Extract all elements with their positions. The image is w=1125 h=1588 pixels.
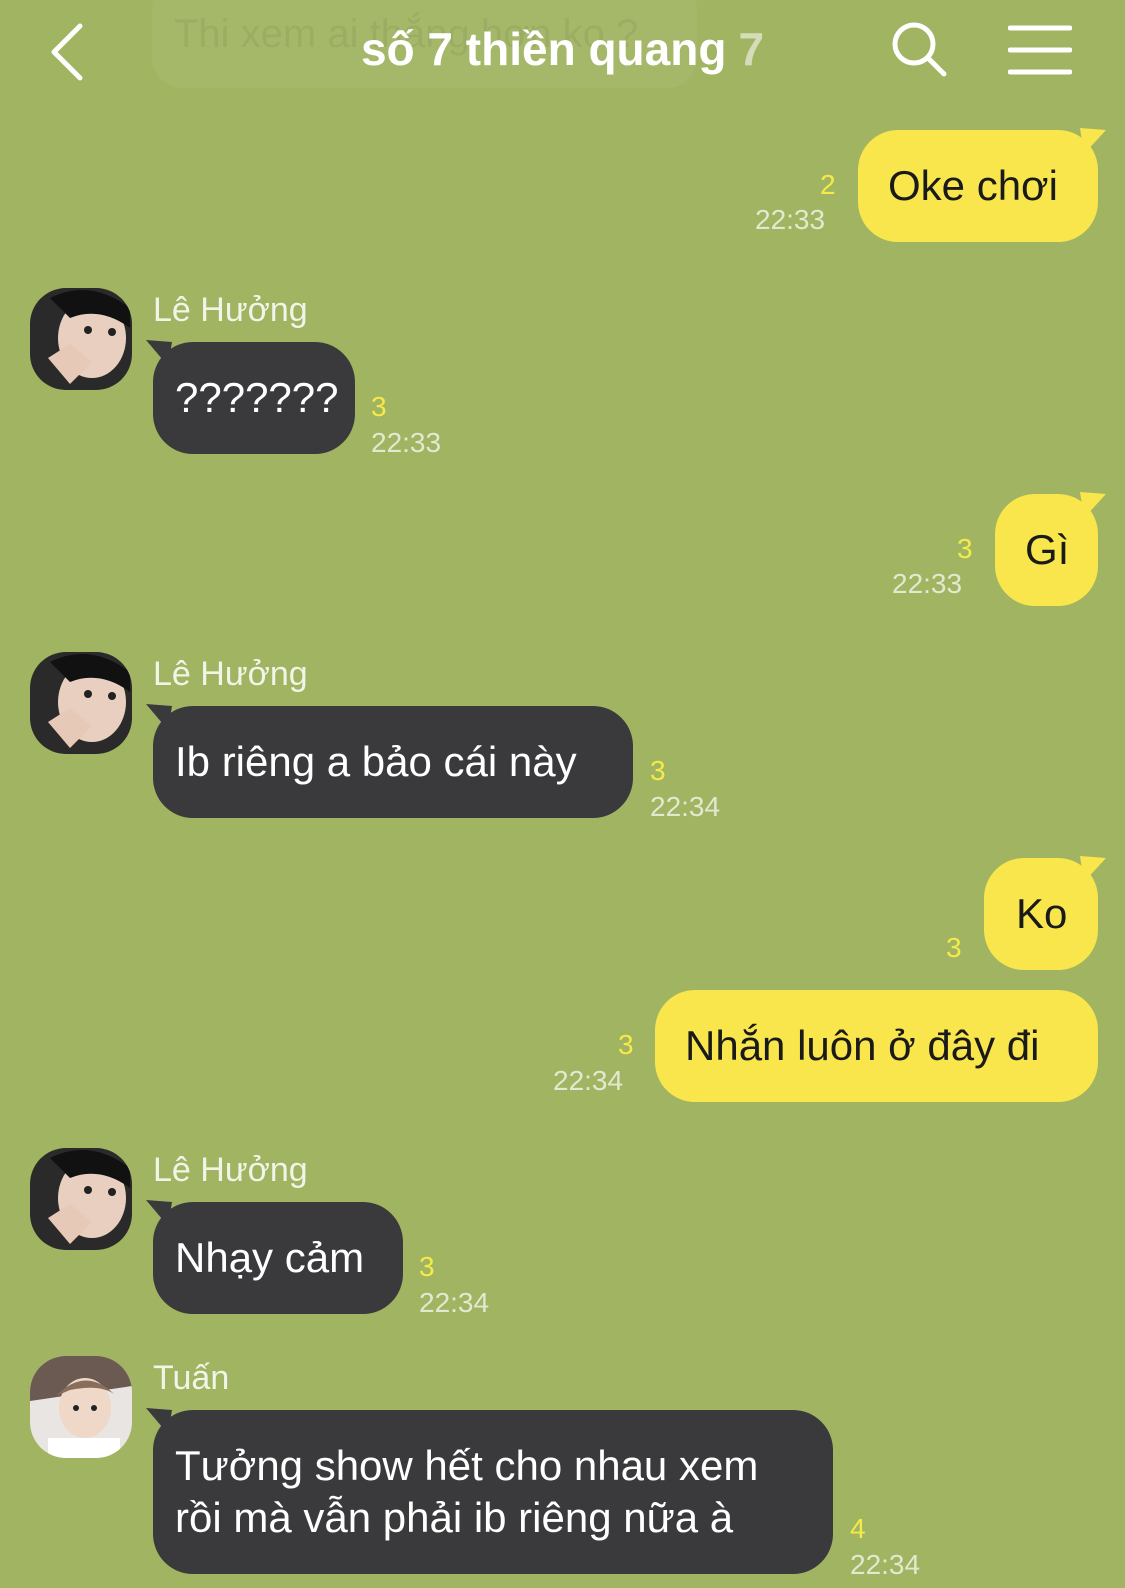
message-time: 22:33	[892, 568, 963, 599]
bubble-tail	[146, 704, 172, 730]
message-bubble[interactable]: Oke chơi	[858, 130, 1098, 242]
chat-title[interactable]: số 7 thiền quang 7	[0, 22, 1125, 76]
message-time: 22:34	[553, 1065, 624, 1096]
bubble-tail	[146, 1408, 172, 1434]
chat-header: Thi xem ai thắng hơn ko ? số 7 thiền qua…	[0, 0, 1125, 105]
message-line: rồi mà vẫn phải ib riêng nữa à	[175, 1494, 734, 1541]
search-icon[interactable]	[890, 20, 950, 80]
message-time: 22:34	[419, 1287, 490, 1318]
unread-count: 3	[618, 1029, 634, 1060]
unread-count: 3	[957, 533, 973, 564]
bubble-tail	[1080, 856, 1106, 882]
chat-name: số 7 thiền quang	[360, 23, 727, 75]
message-time: 22:34	[650, 791, 721, 822]
sender-name: Tuấn	[153, 1359, 230, 1397]
bubble-tail	[146, 1200, 172, 1226]
message-line: Tưởng show hết cho nhau xem	[175, 1442, 759, 1489]
bubble-tail	[1080, 492, 1106, 518]
message-bubble[interactable]: Nhắn luôn ở đây đi	[655, 990, 1098, 1102]
sender-name: Lê Hưởng	[153, 291, 308, 329]
unread-count: 4	[850, 1513, 866, 1544]
message-bubble[interactable]: ???????	[153, 342, 355, 454]
message-time: 22:33	[755, 204, 826, 235]
avatar[interactable]	[30, 1356, 132, 1458]
sender-name: Lê Hưởng	[153, 1151, 308, 1189]
message-bubble[interactable]: Nhạy cảm	[153, 1202, 403, 1314]
menu-icon[interactable]	[1007, 22, 1073, 78]
member-count: 7	[738, 23, 765, 75]
unread-count: 2	[820, 169, 836, 200]
avatar[interactable]	[30, 288, 132, 390]
unread-count: 3	[419, 1251, 435, 1282]
sender-name: Lê Hưởng	[153, 655, 308, 693]
avatar[interactable]	[30, 652, 132, 754]
unread-count: 3	[650, 755, 666, 786]
unread-count: 3	[371, 391, 387, 422]
bubble-tail	[146, 340, 172, 366]
bubble-tail	[1080, 128, 1106, 154]
message-bubble[interactable]: Ib riêng a bảo cái này	[153, 706, 633, 818]
avatar[interactable]	[30, 1148, 132, 1250]
message-time: 22:33	[371, 427, 442, 458]
unread-count: 3	[946, 932, 962, 963]
message-bubble[interactable]: Tưởng show hết cho nhau xem rồi mà vẫn p…	[153, 1410, 833, 1574]
message-time: 22:34	[850, 1549, 921, 1580]
